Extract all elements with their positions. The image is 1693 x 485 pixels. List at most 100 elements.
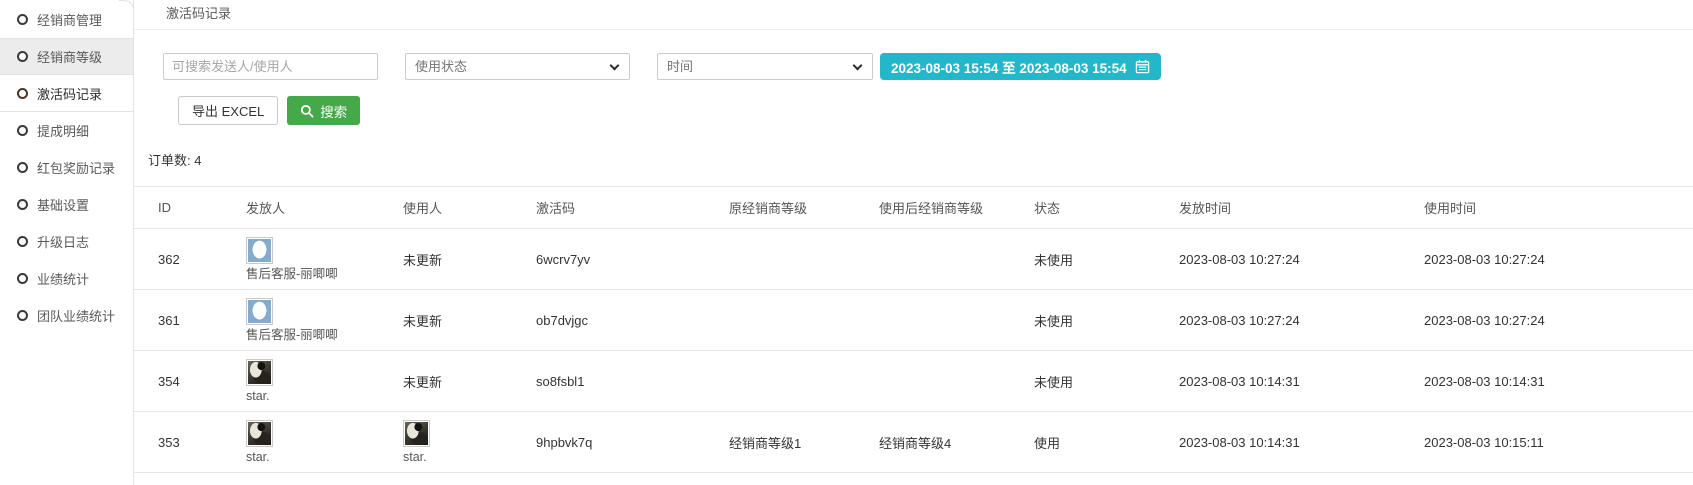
radio-circle-icon bbox=[17, 236, 28, 247]
user-cell: 未更新 bbox=[379, 351, 512, 412]
radio-circle-icon bbox=[17, 125, 28, 136]
person-name: 售后客服-丽唧唧 bbox=[246, 328, 338, 342]
sidebar-item[interactable]: 提成明细 bbox=[0, 112, 133, 149]
use-time-cell: 2023-08-03 10:14:31 bbox=[1400, 351, 1693, 412]
search-button[interactable]: 搜索 bbox=[287, 96, 360, 125]
issue-time-cell: 2023-08-03 10:14:31 bbox=[1155, 412, 1400, 473]
date-range-button[interactable]: 2023-08-03 15:54 至 2023-08-03 15:54 bbox=[880, 53, 1161, 80]
status-cell: 使用 bbox=[1010, 412, 1155, 473]
sender-cell: star. bbox=[222, 412, 379, 473]
action-bar: 导出 EXCEL 搜索 bbox=[178, 96, 1693, 125]
id-cell: 353 bbox=[134, 412, 222, 473]
person-name: star. bbox=[246, 450, 273, 464]
table-header-row: ID发放人使用人激活码原经销商等级使用后经销商等级状态发放时间使用时间 bbox=[134, 187, 1693, 229]
sender-cell: 售后客服-丽唧唧 bbox=[222, 290, 379, 351]
magnifier-icon bbox=[300, 104, 314, 118]
status-cell: 未使用 bbox=[1010, 290, 1155, 351]
user-cell: star. bbox=[379, 412, 512, 473]
app-window: 经销商管理经销商等级激活码记录提成明细红包奖励记录基础设置升级日志业绩统计团队业… bbox=[0, 0, 1693, 485]
sidebar-item-label: 激活码记录 bbox=[37, 84, 102, 103]
original-level-cell bbox=[705, 229, 855, 290]
records-table: ID发放人使用人激活码原经销商等级使用后经销商等级状态发放时间使用时间 362售… bbox=[134, 186, 1693, 473]
after-level-cell bbox=[855, 229, 1010, 290]
export-excel-button[interactable]: 导出 EXCEL bbox=[178, 96, 278, 125]
sidebar-menu: 经销商管理经销商等级激活码记录提成明细红包奖励记录基础设置升级日志业绩统计团队业… bbox=[0, 0, 134, 485]
status-cell: 未使用 bbox=[1010, 351, 1155, 412]
time-select[interactable]: 时间 bbox=[657, 53, 873, 80]
column-header: 原经销商等级 bbox=[705, 187, 855, 229]
radio-circle-icon bbox=[17, 14, 28, 25]
default-avatar bbox=[246, 298, 273, 325]
filter-bar: 使用状态 时间 2023-08-03 15:54 至 2023-08-03 15… bbox=[163, 53, 1693, 80]
page-header: 激活码记录 bbox=[134, 0, 1693, 30]
sender-cell: 售后客服-丽唧唧 bbox=[222, 229, 379, 290]
radio-circle-icon bbox=[17, 88, 28, 99]
user-cell: 未更新 bbox=[379, 229, 512, 290]
chevron-down-icon bbox=[853, 61, 863, 71]
issue-time-cell: 2023-08-03 10:27:24 bbox=[1155, 290, 1400, 351]
sidebar-item-label: 基础设置 bbox=[37, 195, 89, 214]
activation-code-cell: so8fsbl1 bbox=[512, 351, 705, 412]
main-content: 激活码记录 使用状态 时间 2023-08-03 15:54 至 2023-08… bbox=[134, 0, 1693, 485]
sidebar-item-label: 升级日志 bbox=[37, 232, 89, 251]
id-cell: 361 bbox=[134, 290, 222, 351]
sidebar-item[interactable]: 经销商等级 bbox=[0, 38, 133, 75]
date-range-text: 2023-08-03 15:54 至 2023-08-03 15:54 bbox=[891, 57, 1127, 77]
issue-time-cell: 2023-08-03 10:27:24 bbox=[1155, 229, 1400, 290]
radio-circle-icon bbox=[17, 273, 28, 284]
sidebar-item[interactable]: 激活码记录 bbox=[0, 75, 133, 112]
status-select-value: 使用状态 bbox=[415, 59, 467, 74]
user-cell: 未更新 bbox=[379, 290, 512, 351]
column-header: 使用后经销商等级 bbox=[855, 187, 1010, 229]
table-body: 362售后客服-丽唧唧未更新6wcrv7yv未使用2023-08-03 10:2… bbox=[134, 229, 1693, 473]
calendar-icon bbox=[1135, 59, 1150, 74]
original-level-cell: 经销商等级1 bbox=[705, 412, 855, 473]
sidebar-item-label: 提成明细 bbox=[37, 121, 89, 140]
sidebar-item[interactable]: 红包奖励记录 bbox=[0, 149, 133, 186]
sidebar-item-label: 经销商等级 bbox=[37, 47, 102, 66]
sidebar-item-label: 经销商管理 bbox=[37, 10, 102, 29]
radio-circle-icon bbox=[17, 51, 28, 62]
default-avatar bbox=[246, 237, 273, 264]
person: star. bbox=[246, 359, 273, 403]
use-time-cell: 2023-08-03 10:27:24 bbox=[1400, 229, 1693, 290]
table-row: 362售后客服-丽唧唧未更新6wcrv7yv未使用2023-08-03 10:2… bbox=[134, 229, 1693, 290]
photo-avatar bbox=[403, 420, 430, 447]
column-header: 激活码 bbox=[512, 187, 705, 229]
page-title: 激活码记录 bbox=[166, 0, 231, 28]
activation-code-cell: ob7dvjgc bbox=[512, 290, 705, 351]
search-input[interactable] bbox=[163, 53, 378, 80]
column-header: 状态 bbox=[1010, 187, 1155, 229]
search-button-label: 搜索 bbox=[320, 101, 347, 121]
original-level-cell bbox=[705, 351, 855, 412]
column-header: 发放人 bbox=[222, 187, 379, 229]
radio-circle-icon bbox=[17, 310, 28, 321]
avatar-image bbox=[248, 300, 271, 323]
avatar-image bbox=[248, 361, 271, 384]
column-header: 使用时间 bbox=[1400, 187, 1693, 229]
status-cell: 未使用 bbox=[1010, 229, 1155, 290]
photo-avatar bbox=[246, 420, 273, 447]
sidebar-item[interactable]: 经销商管理 bbox=[0, 1, 133, 38]
use-time-cell: 2023-08-03 10:27:24 bbox=[1400, 290, 1693, 351]
chevron-down-icon bbox=[610, 61, 620, 71]
sidebar-item[interactable]: 升级日志 bbox=[0, 223, 133, 260]
column-header: 使用人 bbox=[379, 187, 512, 229]
table-row: 361售后客服-丽唧唧未更新ob7dvjgc未使用2023-08-03 10:2… bbox=[134, 290, 1693, 351]
issue-time-cell: 2023-08-03 10:14:31 bbox=[1155, 351, 1400, 412]
person: 售后客服-丽唧唧 bbox=[246, 298, 338, 342]
sender-cell: star. bbox=[222, 351, 379, 412]
sidebar-item-label: 团队业绩统计 bbox=[37, 306, 115, 325]
id-cell: 354 bbox=[134, 351, 222, 412]
sidebar-item[interactable]: 基础设置 bbox=[0, 186, 133, 223]
person-name: star. bbox=[403, 450, 430, 464]
column-header: 发放时间 bbox=[1155, 187, 1400, 229]
sidebar-item[interactable]: 业绩统计 bbox=[0, 260, 133, 297]
activation-code-cell: 9hpbvk7q bbox=[512, 412, 705, 473]
sidebar-item-label: 红包奖励记录 bbox=[37, 158, 115, 177]
status-select[interactable]: 使用状态 bbox=[405, 53, 630, 80]
after-level-cell: 经销商等级4 bbox=[855, 412, 1010, 473]
sidebar-item-label: 业绩统计 bbox=[37, 269, 89, 288]
order-count: 订单数: 4 bbox=[148, 150, 1693, 169]
sidebar-item[interactable]: 团队业绩统计 bbox=[0, 297, 133, 334]
